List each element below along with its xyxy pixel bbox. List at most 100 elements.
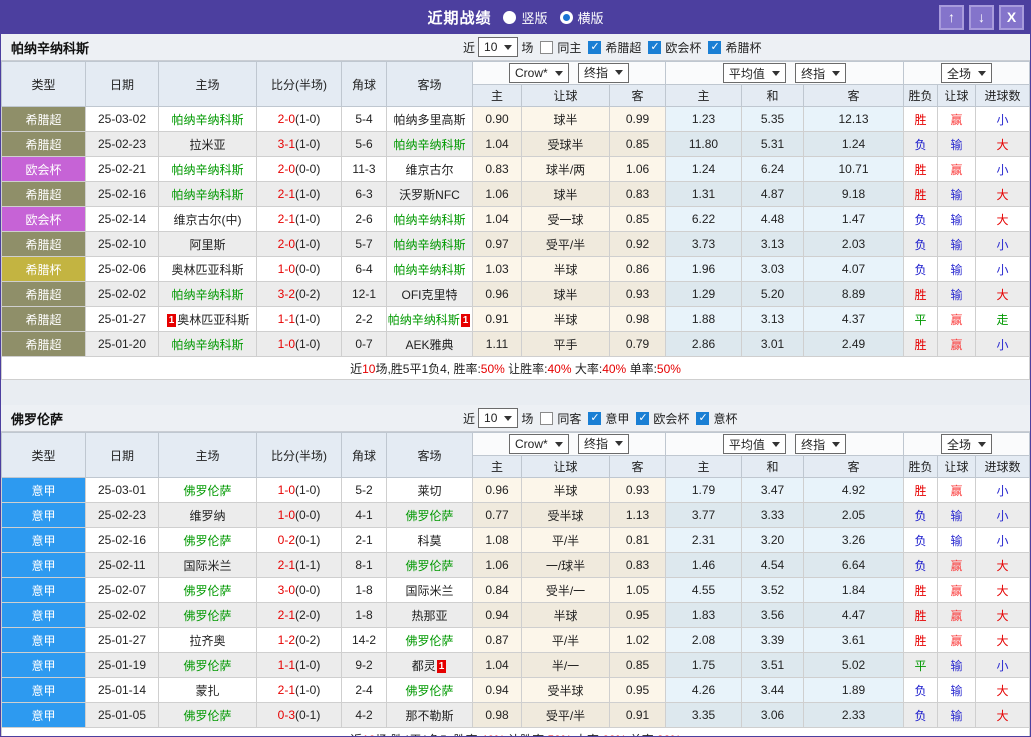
away-team-cell: 帕纳辛纳科斯 [387, 232, 473, 257]
full-match-select[interactable]: 全场 [941, 63, 992, 83]
arrow-down-icon: ↓ [978, 9, 985, 25]
avg-away-odds: 10.71 [804, 157, 904, 182]
crow-handicap-value: 半球 [553, 484, 577, 498]
radio-horizontal-icon[interactable] [560, 11, 573, 24]
full-time-score: 2-1 [278, 683, 295, 697]
league-filter-checkbox-2[interactable] [648, 41, 661, 54]
summary-text: 40% [602, 362, 626, 376]
chevron-down-icon [504, 45, 512, 50]
odds-stage-select-2[interactable]: 终指 [795, 63, 846, 83]
crow-away-odds-value: 1.02 [626, 633, 649, 647]
crow-home-odds-value: 0.87 [485, 633, 508, 647]
league-filter-checkbox-3[interactable] [708, 41, 721, 54]
league-filter-checkbox-1[interactable] [588, 412, 601, 425]
same-venue-checkbox[interactable] [540, 41, 553, 54]
corner-count: 1-8 [355, 608, 372, 622]
away-team-cell: 国际米兰 [387, 578, 473, 603]
score-cell: 3-2(0-2) [257, 282, 342, 307]
away-team-name: 热那亚 [411, 609, 447, 623]
avg-draw-odds: 3.33 [742, 503, 804, 528]
odds-stage-select[interactable]: 终指 [578, 434, 629, 454]
crow-home-odds: 1.04 [473, 132, 522, 157]
avg-draw-odds: 5.31 [742, 132, 804, 157]
avg-home-odds: 3.77 [666, 503, 742, 528]
crow-handicap-value: 半球 [553, 609, 577, 623]
avg-draw-odds: 3.03 [742, 257, 804, 282]
full-time-score: 3-2 [278, 287, 295, 301]
crow-home-odds: 1.06 [473, 553, 522, 578]
date-cell: 25-02-02 [86, 603, 159, 628]
avg-home-odds: 2.86 [666, 332, 742, 357]
goals-result-cell: 大 [976, 578, 1030, 603]
bookmaker-select[interactable]: Crow* [509, 63, 569, 83]
full-time-score: 0-3 [278, 708, 295, 722]
corner-cell: 12-1 [342, 282, 387, 307]
crow-home-odds: 1.04 [473, 653, 522, 678]
league-filter-checkbox-2[interactable] [636, 412, 649, 425]
league-filter-checkbox-1[interactable] [588, 41, 601, 54]
result-cell: 负 [904, 503, 938, 528]
away-team-name: 佛罗伦萨 [405, 559, 453, 573]
radio-horizontal-layout[interactable]: 横版 [560, 8, 604, 27]
results-table-home-team: 类型 日期 主场 比分(半场) 角球 客场 Crow* 终指 平均值 终指 [1, 61, 1030, 380]
radio-vertical-icon[interactable] [503, 11, 516, 24]
match-count-select[interactable]: 10 [478, 408, 518, 428]
odds-stage-select[interactable]: 终指 [578, 63, 629, 83]
col-corner: 角球 [342, 433, 387, 478]
away-team-name: 帕纳辛纳科斯 [393, 138, 465, 152]
league-filter-checkbox-3[interactable] [696, 412, 709, 425]
crow-handicap-value: 平/半 [552, 534, 579, 548]
score-cell: 0-2(0-1) [257, 528, 342, 553]
match-date: 25-01-19 [98, 658, 146, 672]
result-cell-value: 胜 [915, 163, 927, 177]
radio-vertical-layout[interactable]: 竖版 [503, 8, 547, 27]
away-team-cell: 沃罗斯NFC [387, 182, 473, 207]
match-date: 25-01-27 [98, 633, 146, 647]
corner-count: 2-4 [355, 683, 372, 697]
goals-result-cell-value: 小 [997, 659, 1009, 673]
average-select[interactable]: 平均值 [723, 434, 786, 454]
avg-away-odds: 4.47 [804, 603, 904, 628]
league-label: 意甲 [31, 634, 55, 648]
full-match-select[interactable]: 全场 [941, 434, 992, 454]
avg-away-odds: 2.03 [804, 232, 904, 257]
close-button[interactable]: X [999, 5, 1024, 30]
summary-text: 60% [602, 733, 626, 737]
avg-away-odds: 1.47 [804, 207, 904, 232]
crow-away-odds: 0.83 [610, 182, 666, 207]
same-venue-checkbox[interactable] [540, 412, 553, 425]
half-time-score: (1-0) [295, 112, 320, 126]
col-result: 胜负 [904, 85, 938, 107]
corner-count: 2-6 [355, 212, 372, 226]
goals-result-cell: 小 [976, 503, 1030, 528]
date-cell: 25-02-21 [86, 157, 159, 182]
league-label: 希腊超 [25, 288, 61, 302]
move-up-button[interactable]: ↑ [939, 5, 964, 30]
avg-home-odds: 1.29 [666, 282, 742, 307]
team-name: 佛罗伦萨 [11, 409, 63, 428]
handicap-result-cell-value: 输 [951, 288, 963, 302]
avg-draw-odds: 3.52 [742, 578, 804, 603]
avg-home-odds-value: 2.86 [692, 337, 715, 351]
odds-stage-select-2[interactable]: 终指 [795, 434, 846, 454]
result-cell-value: 负 [915, 684, 927, 698]
average-select[interactable]: 平均值 [723, 63, 786, 83]
red-card-badge: 1 [437, 660, 447, 673]
move-down-button[interactable]: ↓ [969, 5, 994, 30]
near-label: 近 [463, 410, 475, 427]
crow-home-odds-value: 0.77 [485, 508, 508, 522]
recent-results-window: 近期战绩 竖版 横版 ↑ ↓ X 帕纳辛纳科斯 近 10 场 [0, 0, 1031, 737]
crow-handicap-value: 受半/一 [546, 584, 585, 598]
match-date: 25-02-02 [98, 608, 146, 622]
chevron-down-icon [615, 70, 623, 75]
crow-handicap: 半/一 [522, 653, 610, 678]
result-cell: 负 [904, 553, 938, 578]
titlebar: 近期战绩 竖版 横版 ↑ ↓ X [1, 1, 1030, 34]
crow-away-odds: 0.95 [610, 678, 666, 703]
handicap-result-cell-value: 赢 [951, 163, 963, 177]
handicap-result-cell-value: 输 [951, 534, 963, 548]
away-team-cell: 帕纳辛纳科斯 [387, 257, 473, 282]
corner-cell: 5-6 [342, 132, 387, 157]
bookmaker-select[interactable]: Crow* [509, 434, 569, 454]
match-count-select[interactable]: 10 [478, 37, 518, 57]
